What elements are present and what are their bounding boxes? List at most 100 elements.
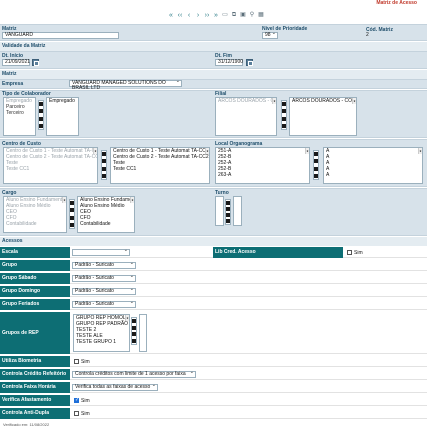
scrollbar[interactable] [418,148,422,154]
centro-custo-available-list[interactable]: Centro de Custo 1 - Teste Automat TA-CC1… [3,147,98,184]
scrollbar[interactable] [62,197,66,203]
cod-matriz-value: 2 [366,32,369,38]
nivel-select[interactable]: 98 [262,31,278,39]
list-item[interactable]: ARCOS DOURADOS - CORP [216,98,276,104]
empresa-band [0,79,427,89]
lib-cred-label: Lib Cred. Acesso [213,247,343,258]
list-item[interactable]: ARCOS DOURADOS - CORP [290,98,356,104]
cargo-selected-list[interactable]: Aluno Ensino Fundamental Aluno Ensino Mé… [77,196,135,233]
list-item[interactable]: Contabilidade [78,221,134,227]
cod-matriz-label: Cód. Matriz [366,27,393,33]
scrollbar[interactable] [125,315,129,321]
grupo-feriados-label: Grupo Feriados [0,299,70,310]
grupo-feriados-select[interactable]: Padrão - Suricato [72,300,136,308]
afastamento-cell [70,395,427,406]
page-title: Matriz de Acesso [376,0,417,6]
acessos-section: Acessos [0,237,427,246]
list-item[interactable]: Terceiro [4,110,35,116]
filial-mover[interactable] [281,100,287,130]
export-icon[interactable]: ▦ [257,11,265,20]
save-icon[interactable]: ▣ [239,11,247,20]
grupo-domingo-select[interactable]: Padrão - Suricato [72,287,136,295]
local-org-selected-list[interactable]: A A A A A [323,147,423,184]
afastamento-check-label: Sim [81,398,90,404]
list-item[interactable]: Contabilidade [4,221,66,227]
dt-inicio-calendar-icon[interactable] [32,59,39,66]
matriz-section: Matriz [0,70,427,79]
centro-custo-mover[interactable] [101,150,107,180]
next-record-button[interactable]: › [194,11,202,20]
grupos-rep-list[interactable]: GRUPO REP HOMOLOG GRUPO REP PADRÃO TESTE… [73,314,130,352]
copy-icon[interactable]: ⧉ [230,11,238,20]
list-item[interactable]: Teste CC1 [4,166,97,172]
dt-fim-calendar-icon[interactable] [246,59,253,66]
local-org-mover[interactable] [313,150,319,180]
list-item[interactable]: 263-A [216,172,309,178]
lib-cred-checkbox[interactable] [347,250,352,255]
footer-text: Verificado em: 11/08/2022 [3,422,50,427]
anti-dupla-label: Controla Anti-Dupla [0,408,70,419]
cargo-mover[interactable] [69,199,75,229]
filial-available-list[interactable]: ARCOS DOURADOS - CORP [215,97,277,136]
ctrl-credito-label: Controla Crédito Refeitório [0,369,70,380]
dt-fim-input[interactable]: 31/12/1900 [215,59,243,66]
list-item[interactable]: A [324,172,422,178]
scrollbar[interactable] [93,148,97,154]
list-item[interactable]: Empregado [47,98,78,104]
top-bar: Matriz de Acesso [0,0,427,8]
last-record-button[interactable]: » [212,11,220,20]
grupo-label: Grupo [0,260,70,271]
filial-selected-list[interactable]: ARCOS DOURADOS - CORP [289,97,357,136]
record-toolbar: « ‹‹ ‹ › ›› » ▭ ⧉ ▣ ⚲ ▦ [167,10,267,21]
validade-section: Validade da Matriz [0,42,427,51]
scrollbar[interactable] [272,98,276,104]
anti-dupla-check-label: Sim [81,411,90,417]
list-item[interactable]: TESTE GRUPO 1 [74,339,129,345]
grupo-sabado-label: Grupo Sábado [0,273,70,284]
turno-available-list[interactable] [215,196,224,226]
empresa-select[interactable]: VANGUARD MANAGED SOLUTIONS DO BRASIL LTD [69,79,182,91]
list-item[interactable]: Teste CC1 [111,166,209,172]
ctrl-credito-select[interactable]: Controla créditos com limite de 1 acesso… [72,370,196,378]
escala-select[interactable] [72,248,130,256]
empresa-label: Empresa [2,81,24,87]
biometria-cell [70,356,427,367]
escala-label: Escala [0,247,70,258]
search-icon[interactable]: ⚲ [248,11,256,20]
cargo-available-list[interactable]: Aluno Ensino Fundamental Aluno Ensino Mé… [3,196,67,233]
document-icon[interactable]: ▭ [221,11,229,20]
validade-band [0,51,427,69]
tipo-colab-available-list[interactable]: Empregado Parceiro Terceiro [3,97,36,136]
grupo-domingo-label: Grupo Domingo [0,286,70,297]
biometria-checkbox[interactable] [74,359,79,364]
anti-dupla-checkbox[interactable] [74,411,79,416]
scrollbar[interactable] [305,148,309,154]
local-org-available-list[interactable]: 251-A 252-B 252-A 252-B 263-A [215,147,310,184]
afastamento-checkbox[interactable] [74,397,79,403]
turno-selected-list[interactable] [233,196,242,226]
scrollbar[interactable] [352,98,356,104]
dt-inicio-input[interactable]: 21/09/2021 [2,59,30,66]
next-page-button[interactable]: ›› [203,11,211,20]
prev-page-button[interactable]: ‹‹ [176,11,184,20]
grupos-rep-selected-list[interactable] [139,314,147,352]
ctrl-faixa-select[interactable]: Verifica todas as faixas de acesso [72,383,158,391]
list-item[interactable]: Centro de Custo 2 - Teste Automat TA-CC2 [111,154,209,160]
prev-record-button[interactable]: ‹ [185,11,193,20]
scrollbar[interactable] [130,197,134,203]
grupos-rep-mover[interactable] [131,317,137,345]
grupo-select[interactable]: Padrão - Suricato [72,261,136,269]
tipo-colab-selected-list[interactable]: Empregado [46,97,79,136]
centro-custo-selected-list[interactable]: Centro de Custo 1 - Teste Automat TA-CC1… [110,147,210,184]
matriz-input[interactable]: VANGUARD [2,32,119,39]
ctrl-faixa-label: Controla Faixa Horária [0,382,70,393]
first-record-button[interactable]: « [167,11,175,20]
lib-cred-check-label: Sim [354,250,363,256]
tipo-colab-mover[interactable] [38,100,44,130]
biometria-label: Utiliza Biometria [0,356,70,367]
turno-mover[interactable] [225,199,231,225]
biometria-check-label: Sim [81,359,90,365]
grupo-sabado-select[interactable]: Padrão - Suricato [72,274,136,282]
grupos-rep-label: Grupos de REP [0,312,70,354]
scrollbar[interactable] [205,148,209,154]
